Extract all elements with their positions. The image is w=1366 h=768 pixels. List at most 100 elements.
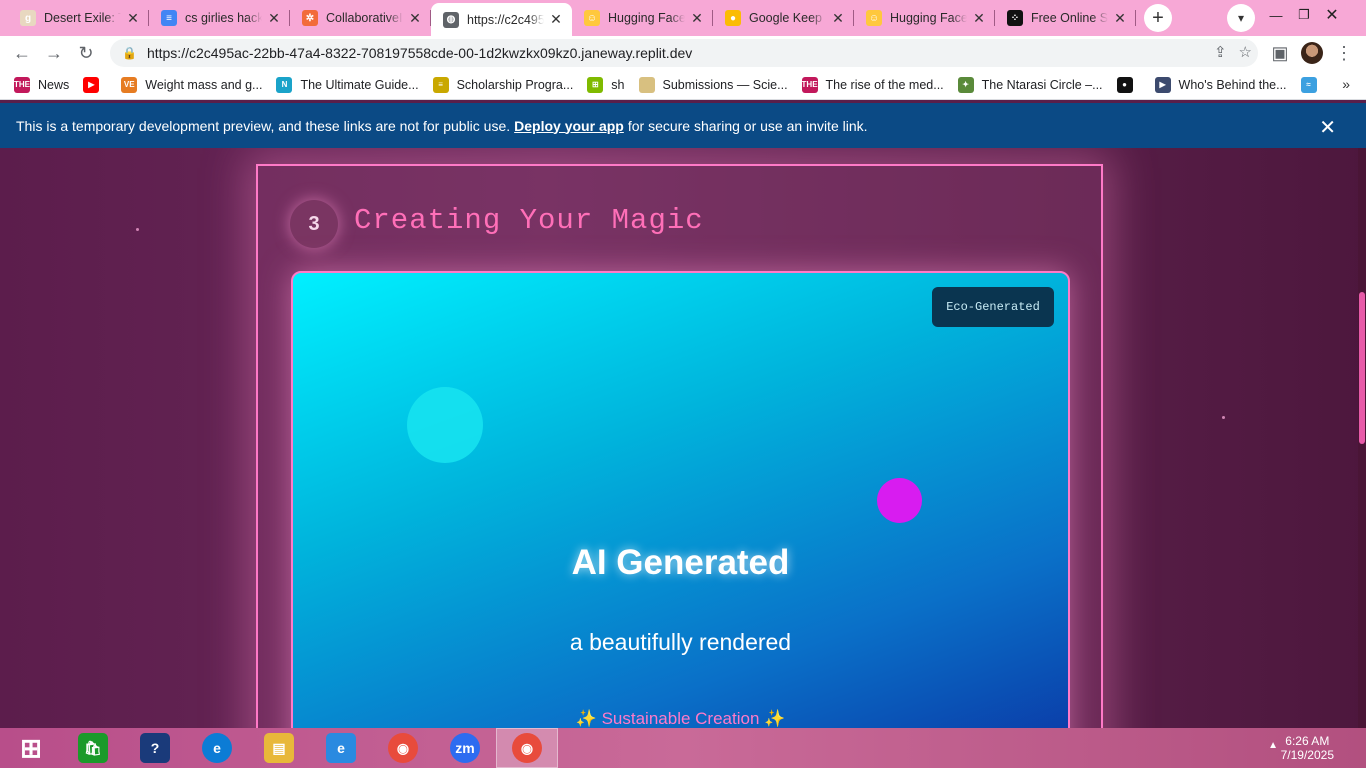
- edge-icon: e: [202, 733, 232, 763]
- clock-time: 6:26 AM: [1285, 734, 1330, 748]
- restore-button[interactable]: ❐: [1290, 0, 1318, 30]
- tray-overflow-icon[interactable]: ▲: [1268, 740, 1278, 751]
- browser-tab[interactable]: ⁘ Free Online Sc ✕: [995, 3, 1136, 33]
- menu-icon[interactable]: ⋮: [1328, 37, 1360, 69]
- side-panel-icon[interactable]: ▣: [1264, 37, 1296, 69]
- card-footer-text: Sustainable Creation: [601, 709, 760, 728]
- address-bar[interactable]: 🔒 https://c2c495ac-22bb-47a4-8322-708197…: [110, 39, 1258, 67]
- eco-badge: Eco-Generated: [932, 287, 1054, 327]
- page-scrollbar[interactable]: [1358, 148, 1366, 728]
- taskbar-button[interactable]: e: [186, 728, 248, 768]
- close-icon[interactable]: ✕: [1319, 115, 1336, 140]
- browser-tab[interactable]: ☺ Hugging Face ✕: [854, 3, 995, 33]
- url-text: https://c2c495ac-22bb-47a4-8322-70819755…: [146, 45, 693, 61]
- bookmark-item[interactable]: ●: [1116, 76, 1141, 93]
- bookmark-item[interactable]: VE Weight mass and g...: [121, 76, 262, 93]
- bookmark-label: Who's Behind the...: [1178, 77, 1287, 92]
- new-tab-button[interactable]: +: [1144, 4, 1172, 32]
- system-clock[interactable]: 6:26 AM 7/19/2025: [1281, 734, 1334, 762]
- bookmark-item[interactable]: ▶ Who's Behind the...: [1154, 76, 1287, 93]
- page-content: 3 Creating Your Magic Eco-Generated AI G…: [0, 148, 1366, 728]
- bookmark-item[interactable]: THE The rise of the med...: [801, 76, 944, 93]
- bookmark-item[interactable]: ≈: [1300, 76, 1325, 93]
- browser-tab[interactable]: ◍ https://c2c495 ✕: [431, 3, 572, 36]
- share-icon[interactable]: ⇪: [1214, 43, 1227, 61]
- orb-decoration: [877, 478, 922, 523]
- taskbar-button[interactable]: e: [310, 728, 372, 768]
- tab-close-icon[interactable]: ✕: [689, 10, 705, 27]
- step-number: 3: [290, 200, 338, 248]
- bookmark-item[interactable]: N The Ultimate Guide...: [276, 76, 419, 93]
- bookmark-item[interactable]: ≡ Scholarship Progra...: [432, 76, 573, 93]
- figma-icon: ✲: [302, 10, 318, 26]
- bookmark-star-icon[interactable]: ☆: [1239, 43, 1252, 61]
- browser-tab[interactable]: g Desert Exile: Th ✕: [8, 3, 149, 33]
- bookmarks-bar: THE News ▶ VE Weight mass and g... N The Ultim…: [0, 70, 1366, 100]
- reload-button[interactable]: ↻: [70, 37, 102, 69]
- bookmark-item[interactable]: THE News: [14, 76, 70, 93]
- close-window-button[interactable]: ✕: [1318, 0, 1346, 30]
- banner-text: This is a temporary development preview,…: [16, 117, 511, 134]
- circle-icon: [638, 76, 655, 93]
- generated-image-card[interactable]: Eco-Generated AI Generated a beautifully…: [291, 271, 1070, 728]
- back-button[interactable]: ←: [6, 37, 38, 69]
- n-icon: N: [276, 76, 293, 93]
- bookmark-label: Submissions — Scie...: [662, 77, 788, 92]
- tab-title: CollaborativeIn: [326, 11, 403, 25]
- start-icon: ⊞: [20, 732, 42, 763]
- minimize-button[interactable]: —: [1262, 0, 1290, 30]
- figure-icon: ✦: [957, 76, 974, 93]
- file-explorer-icon: ▤: [264, 733, 294, 763]
- image-icon: ≈: [1300, 76, 1317, 93]
- the-icon: THE: [801, 76, 818, 93]
- taskbar-button[interactable]: ▤: [248, 728, 310, 768]
- taskbar-button[interactable]: zm: [434, 728, 496, 768]
- tab-close-icon[interactable]: ✕: [266, 10, 282, 27]
- star-decoration: [136, 228, 139, 231]
- tab-title: Google Keep: [749, 11, 822, 25]
- scrollbar-thumb[interactable]: [1359, 292, 1365, 444]
- taskbar-button[interactable]: ?: [124, 728, 186, 768]
- dev-preview-banner: This is a temporary development preview,…: [0, 103, 1366, 148]
- tab-close-icon[interactable]: ✕: [830, 10, 846, 27]
- tab-close-icon[interactable]: ✕: [125, 10, 141, 27]
- tab-close-icon[interactable]: ✕: [1112, 10, 1128, 27]
- browser-tab[interactable]: ≡ cs girlies hacka ✕: [149, 3, 290, 33]
- globe-icon: ◍: [443, 11, 459, 28]
- profile-avatar[interactable]: [1301, 42, 1323, 64]
- bookmark-label: sh: [611, 77, 625, 92]
- bookmark-item[interactable]: ✦ The Ntarasi Circle –...: [957, 76, 1103, 93]
- taskbar-button[interactable]: ◉: [372, 728, 434, 768]
- tab-title: https://c2c495: [467, 12, 544, 27]
- card-subtitle: a beautifully rendered: [569, 629, 792, 655]
- taskbar-button[interactable]: 🛍: [62, 728, 124, 768]
- google-docs-icon: ≡: [161, 10, 177, 26]
- bookmark-item[interactable]: Submissions — Scie...: [638, 76, 788, 93]
- taskbar-button[interactable]: ◉: [496, 728, 558, 768]
- github-icon: ●: [1116, 76, 1133, 93]
- tab-title: Hugging Face: [608, 11, 685, 25]
- orb-decoration: [407, 387, 483, 463]
- bookmark-item[interactable]: ⊞ sh: [587, 76, 625, 93]
- taskbar-button[interactable]: ⊞: [0, 728, 62, 768]
- tab-close-icon[interactable]: ✕: [971, 10, 987, 27]
- browser-tab[interactable]: ● Google Keep ✕: [713, 3, 854, 33]
- dice-icon: ⁘: [1007, 10, 1023, 26]
- browser-tab[interactable]: ☺ Hugging Face ✕: [572, 3, 713, 33]
- more-bookmarks-icon[interactable]: »: [1342, 76, 1350, 92]
- bookmark-label: The rise of the med...: [825, 77, 944, 92]
- bookmark-label: The Ntarasi Circle –...: [981, 77, 1103, 92]
- browser-tab[interactable]: ✲ CollaborativeIn ✕: [290, 3, 431, 33]
- bookmark-item[interactable]: ▶: [83, 76, 107, 93]
- bookmark-label: News: [38, 77, 70, 92]
- deploy-link[interactable]: Deploy your app: [514, 118, 624, 134]
- chrome-profile-icon: ◉: [512, 733, 542, 763]
- tab-close-icon[interactable]: ✕: [548, 11, 564, 28]
- tab-close-icon[interactable]: ✕: [407, 10, 423, 27]
- star-decoration: [1222, 416, 1225, 419]
- internet-explorer-icon: e: [326, 733, 356, 763]
- hugging-face-icon: ☺: [866, 10, 882, 26]
- tab-search-button[interactable]: ▾: [1227, 4, 1255, 32]
- forward-button[interactable]: →: [38, 37, 70, 69]
- sparkle-icon: ✨: [575, 709, 597, 728]
